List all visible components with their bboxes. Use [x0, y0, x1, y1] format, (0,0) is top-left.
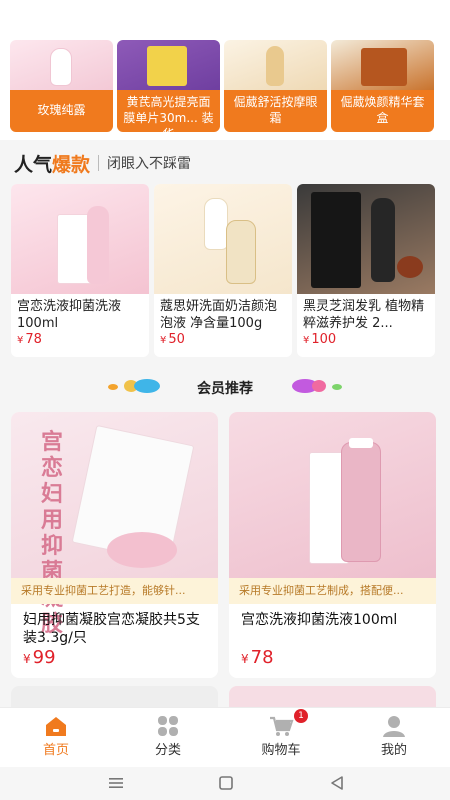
featured-strip: 玫瑰纯露 黄芪高光提亮面膜单片30m... 装华 倔葳舒活按摩眼霜 倔葳焕颜精华… [0, 0, 450, 140]
bottom-tab-bar: 首页 分类 1 购物车 我的 [0, 707, 450, 767]
product-image [224, 40, 327, 90]
hot-title-part2: 爆款 [52, 153, 91, 176]
tab-cart[interactable]: 1 购物车 [225, 708, 337, 768]
recommend-section-header: 会员推荐 [0, 376, 450, 398]
featured-card-mask[interactable]: 黄芪高光提亮面膜单片30m... 装华 [117, 40, 220, 132]
featured-card-essence-set[interactable]: 倔葳焕颜精华套盒 [331, 40, 434, 132]
recommend-title: 会员推荐 [197, 381, 253, 397]
user-icon [383, 716, 405, 737]
price-value: 50 [168, 332, 185, 347]
currency-symbol: ¥ [303, 335, 310, 346]
tab-home[interactable]: 首页 [0, 708, 112, 768]
cart-icon [270, 716, 294, 736]
product-price: ¥78 [241, 647, 274, 668]
product-title: 黑灵芝润发乳 植物精粹滋养护发 2... [303, 299, 425, 331]
product-name: 宫恋洗液抑菌洗液100ml [241, 612, 398, 628]
home-icon [46, 717, 66, 736]
product-title: 宫恋洗液抑菌洗液100ml [17, 299, 122, 331]
currency-symbol: ¥ [23, 652, 31, 666]
tab-profile[interactable]: 我的 [338, 708, 450, 768]
product-image [229, 412, 436, 578]
menu-icon[interactable] [104, 773, 128, 793]
recommend-product-card[interactable]: 采用专业抑菌工艺制成，搭配便... 宫恋洗液抑菌洗液100ml ¥78 [229, 412, 436, 678]
product-tagline: 采用专业抑菌工艺制成，搭配便... [229, 578, 436, 604]
recommend-product-card[interactable]: 宫恋妇用抑菌凝胶 采用专业抑菌工艺打造，能够针... 妇用抑菌凝胶宫恋凝胶共5支… [11, 412, 218, 678]
hot-subtitle: 闭眼入不踩雷 [107, 156, 192, 172]
price-value: 99 [32, 647, 56, 668]
product-image-text: 宫恋妇用抑菌凝胶 [41, 430, 64, 637]
featured-card-label: 玫瑰纯露 [10, 90, 113, 132]
tab-label: 首页 [42, 743, 69, 758]
decor-dot-icon [332, 384, 342, 390]
product-image: 宫恋妇用抑菌凝胶 [11, 412, 218, 637]
product-price: ¥50 [160, 332, 185, 347]
tab-category[interactable]: 分类 [112, 708, 224, 768]
product-image [297, 184, 435, 294]
app-screen: 玫瑰纯露 黄芪高光提亮面膜单片30m... 装华 倔葳舒活按摩眼霜 倔葳焕颜精华… [0, 0, 450, 800]
product-price: ¥78 [17, 332, 42, 347]
product-image [154, 184, 292, 294]
divider [98, 155, 100, 171]
product-image [117, 40, 220, 90]
featured-card-rose-water[interactable]: 玫瑰纯露 [10, 40, 113, 132]
tab-label: 分类 [154, 743, 181, 758]
hot-title-part1: 人气 [14, 153, 53, 176]
system-nav-bar [0, 767, 450, 800]
product-image [331, 40, 434, 90]
product-tagline: 采用专业抑菌工艺打造，能够针... [11, 578, 218, 604]
cart-badge: 1 [294, 709, 308, 723]
currency-symbol: ¥ [160, 335, 167, 346]
product-price: ¥100 [303, 332, 336, 347]
featured-card-eye-cream[interactable]: 倔葳舒活按摩眼霜 [224, 40, 327, 132]
product-price: ¥99 [23, 647, 56, 668]
tab-label: 购物车 [261, 743, 301, 758]
currency-symbol: ¥ [17, 335, 24, 346]
hot-product-card[interactable]: 蔻思妍洗面奶洁颜泡泡液 净含量100g ¥50 [154, 184, 292, 357]
hot-section-header: 人气 爆款 闭眼入不踩雷 [14, 148, 191, 178]
back-icon[interactable] [325, 773, 349, 793]
hot-product-card[interactable]: 宫恋洗液抑菌洗液100ml ¥78 [11, 184, 149, 357]
product-image [11, 184, 149, 294]
price-value: 100 [311, 332, 337, 347]
featured-card-label: 倔葳舒活按摩眼霜 [224, 90, 327, 132]
grid-icon [158, 716, 178, 736]
product-name: 妇用抑菌凝胶宫恋凝胶共5支装3.3g/只 [23, 612, 200, 646]
price-value: 78 [250, 647, 274, 668]
product-title: 蔻思妍洗面奶洁颜泡泡液 净含量100g [160, 299, 278, 331]
product-image [10, 40, 113, 90]
home-square-icon[interactable] [214, 773, 238, 793]
tab-label: 我的 [380, 743, 407, 758]
currency-symbol: ¥ [241, 652, 249, 666]
featured-card-label: 倔葳焕颜精华套盒 [331, 90, 434, 132]
decor-dot-icon [312, 380, 326, 392]
hot-product-card[interactable]: 黑灵芝润发乳 植物精粹滋养护发 2... ¥100 [297, 184, 435, 357]
price-value: 78 [25, 332, 42, 347]
featured-card-label: 黄芪高光提亮面膜单片30m... 装华 [117, 90, 220, 132]
